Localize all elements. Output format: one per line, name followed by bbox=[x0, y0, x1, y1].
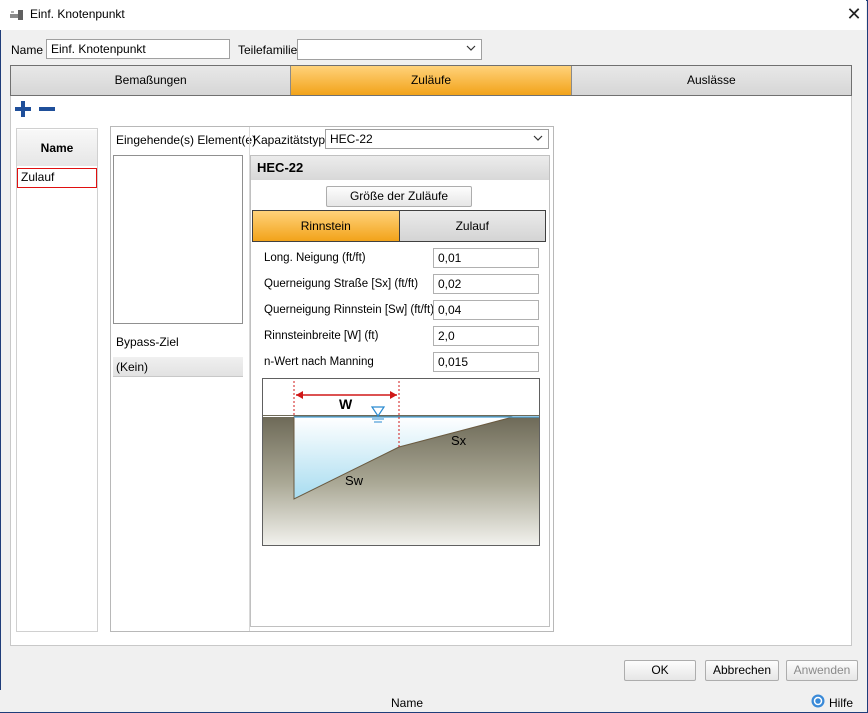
list-header-name[interactable]: Name bbox=[17, 130, 97, 166]
pipe-junction-icon bbox=[9, 8, 25, 22]
incoming-elements-label: Eingehende(s) Element(e) bbox=[116, 133, 257, 147]
help-icon[interactable] bbox=[811, 694, 825, 708]
manning-n-input[interactable]: 0,015 bbox=[433, 352, 539, 372]
bypass-target-select[interactable]: (Kein) bbox=[113, 357, 243, 377]
diagram-sx-label: Sx bbox=[451, 433, 467, 448]
hec22-subtabs: Rinnstein Zulauf bbox=[252, 210, 546, 242]
status-bar bbox=[0, 690, 866, 712]
status-text: Name bbox=[391, 696, 424, 710]
capacity-type-label: Kapazitätstyp bbox=[253, 133, 326, 147]
gutter-cross-section-diagram bbox=[262, 378, 540, 546]
apply-button[interactable]: Anwenden bbox=[786, 660, 858, 681]
chevron-down-icon bbox=[466, 45, 476, 51]
cross-slope-sx-input[interactable]: 0,02 bbox=[433, 274, 539, 294]
inlet-list bbox=[16, 128, 98, 632]
ok-button[interactable]: OK bbox=[624, 660, 696, 681]
diagram-sw-label: Sw bbox=[345, 473, 364, 488]
help-link[interactable]: Hilfe bbox=[829, 696, 853, 710]
set-inlet-size-button[interactable]: Größe der Zuläufe festlegen bbox=[326, 186, 472, 222]
cross-slope-sw-input[interactable]: 0,04 bbox=[433, 300, 539, 320]
bypass-target-label: Bypass-Ziel bbox=[116, 335, 179, 349]
cancel-button[interactable]: Abbrechen bbox=[705, 660, 779, 681]
part-family-label: Teilefamilie bbox=[238, 43, 298, 57]
incoming-elements-list[interactable] bbox=[113, 155, 243, 324]
param-label-manning-n: n-Wert nach Manning bbox=[264, 356, 374, 368]
tab-rinnstein[interactable]: Rinnstein bbox=[253, 211, 400, 241]
add-icon[interactable] bbox=[14, 100, 32, 118]
gutter-width-input[interactable]: 2,0 bbox=[433, 326, 539, 346]
tab-bemassungen[interactable]: Bemaßungen bbox=[11, 66, 292, 95]
part-family-select[interactable] bbox=[297, 39, 482, 60]
close-icon[interactable]: ✕ bbox=[842, 2, 866, 26]
long-slope-input[interactable]: 0,01 bbox=[433, 248, 539, 268]
title-bar bbox=[0, 0, 866, 30]
hec22-section-title: HEC-22 bbox=[251, 156, 549, 180]
tab-zulauf[interactable]: Zulauf bbox=[399, 211, 545, 241]
param-label-long-slope: Long. Neigung (ft/ft) bbox=[264, 252, 366, 264]
tab-zulaeufe[interactable]: Zuläufe bbox=[291, 66, 572, 95]
param-label-cross-slope-sw: Querneigung Rinnstein [Sw] (ft/ft) bbox=[264, 304, 435, 316]
capacity-type-select[interactable]: HEC-22 bbox=[325, 129, 549, 149]
capacity-type-value: HEC-22 bbox=[330, 132, 373, 146]
remove-icon[interactable] bbox=[38, 100, 56, 118]
tab-auslaesse[interactable]: Auslässe bbox=[571, 66, 851, 95]
chevron-down-icon bbox=[533, 135, 543, 141]
name-label: Name bbox=[11, 43, 44, 57]
main-tabs: Bemaßungen Zuläufe Auslässe bbox=[10, 65, 852, 96]
name-input[interactable]: Einf. Knotenpunkt bbox=[46, 39, 230, 59]
window-title: Einf. Knotenpunkt bbox=[30, 7, 125, 21]
diagram-w-label: W bbox=[339, 396, 353, 412]
param-label-cross-slope-sx: Querneigung Straße [Sx] (ft/ft) bbox=[264, 278, 419, 290]
list-item[interactable]: Zulauf bbox=[17, 168, 97, 188]
param-label-gutter-width: Rinnsteinbreite [W] (ft) bbox=[264, 330, 379, 342]
